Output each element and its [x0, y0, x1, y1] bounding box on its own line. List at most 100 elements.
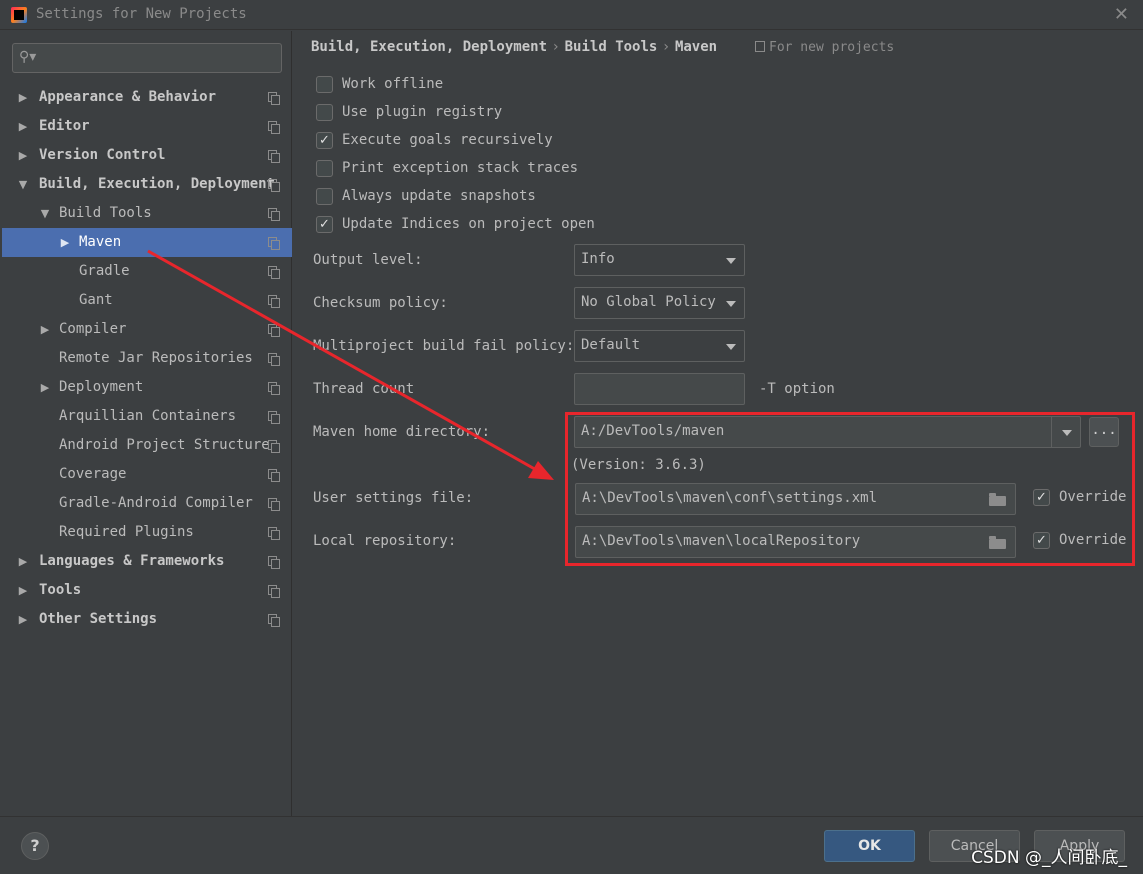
tree-item-gant[interactable]: Gant	[2, 286, 292, 315]
project-scope-icon	[268, 295, 280, 308]
expand-arrow-icon[interactable]: ▶	[58, 228, 72, 257]
expand-arrow-icon[interactable]: ▶	[38, 373, 52, 402]
tree-item-label: Appearance & Behavior	[39, 89, 217, 105]
tree-item-version-control[interactable]: ▶ Version Control	[2, 141, 292, 170]
collapse-arrow-icon[interactable]: ▼	[38, 199, 52, 228]
checkbox-label: Override	[1059, 532, 1127, 548]
settings-search[interactable]: ⚲▾	[12, 43, 282, 73]
combo-divider	[1051, 417, 1052, 447]
project-scope-icon	[268, 353, 280, 366]
scope-indicator: For new projects	[755, 40, 894, 55]
tree-item-gradle[interactable]: Gradle	[2, 257, 292, 286]
tree-item-android-project-structure[interactable]: Android Project Structure	[2, 431, 292, 460]
checkbox-label: Work offline	[342, 76, 444, 92]
plugin-registry-checkbox[interactable]	[316, 104, 333, 121]
user-settings-field[interactable]	[575, 483, 1016, 515]
tree-item-label: Required Plugins	[59, 524, 194, 540]
title-bar: Settings for New Projects ✕	[0, 0, 1143, 30]
tree-item-label: Version Control	[39, 147, 166, 163]
checksum-policy-label: Checksum policy:	[313, 295, 448, 311]
tree-item-label: Other Settings	[39, 611, 158, 627]
breadcrumb-separator: ›	[663, 39, 669, 55]
thread-count-field[interactable]	[574, 373, 745, 405]
project-scope-icon	[268, 469, 280, 482]
update-snapshots-checkbox[interactable]	[316, 188, 333, 205]
tree-item-remote-jar-repositories[interactable]: Remote Jar Repositories	[2, 344, 292, 373]
project-scope-icon	[268, 179, 280, 192]
checkbox-label: Update Indices on project open	[342, 216, 595, 232]
collapse-arrow-icon[interactable]: ▼	[16, 170, 30, 199]
chevron-down-icon	[1062, 430, 1072, 436]
checksum-policy-select[interactable]: No Global Policy	[574, 287, 745, 319]
user-settings-input[interactable]	[582, 490, 978, 506]
local-repository-input[interactable]	[582, 533, 978, 549]
project-scope-icon	[268, 556, 280, 569]
update-indices-checkbox[interactable]: ✓	[316, 216, 333, 233]
expand-arrow-icon[interactable]: ▶	[16, 547, 30, 576]
thread-count-input[interactable]	[581, 380, 734, 396]
tree-item-label: Arquillian Containers	[59, 408, 237, 424]
tree-item-build-execution-deployment[interactable]: ▼ Build, Execution, Deployment	[2, 170, 292, 199]
search-icon: ⚲▾	[19, 49, 37, 65]
output-level-select[interactable]: Info	[574, 244, 745, 276]
tree-item-label: Coverage	[59, 466, 127, 482]
tree-item-arquillian-containers[interactable]: Arquillian Containers	[2, 402, 292, 431]
expand-arrow-icon[interactable]: ▶	[16, 141, 30, 170]
tree-item-label: Android Project Structure	[59, 437, 270, 453]
tree-item-coverage[interactable]: Coverage	[2, 460, 292, 489]
expand-arrow-icon[interactable]: ▶	[16, 83, 30, 112]
tree-item-languages-frameworks[interactable]: ▶ Languages & Frameworks	[2, 547, 292, 576]
tree-item-label: Build Tools	[59, 205, 152, 221]
project-scope-icon	[268, 614, 280, 627]
checkbox-label: Always update snapshots	[342, 188, 536, 204]
expand-arrow-icon[interactable]: ▶	[16, 112, 30, 141]
tree-item-other-settings[interactable]: ▶ Other Settings	[2, 605, 292, 634]
tree-item-maven[interactable]: ▶ Maven	[2, 228, 292, 257]
tree-item-gradle-android-compiler[interactable]: Gradle-Android Compiler	[2, 489, 292, 518]
user-settings-override-checkbox[interactable]: ✓	[1033, 489, 1050, 506]
tree-item-label: Deployment	[59, 379, 144, 395]
tree-item-label: Gradle-Android Compiler	[59, 495, 253, 511]
output-level-label: Output level:	[313, 252, 423, 268]
select-value: No Global Policy	[581, 294, 716, 310]
tree-item-build-tools[interactable]: ▼ Build Tools	[2, 199, 292, 228]
scope-label: For new projects	[769, 40, 895, 55]
local-repository-field[interactable]	[575, 526, 1016, 558]
chevron-down-icon	[726, 258, 736, 264]
dialog-footer: ? OK Cancel Apply CSDN @_人间卧底_	[0, 816, 1143, 874]
multiproject-fail-select[interactable]: Default	[574, 330, 745, 362]
project-scope-icon	[268, 208, 280, 221]
tree-item-editor[interactable]: ▶ Editor	[2, 112, 292, 141]
ok-button[interactable]: OK	[824, 830, 915, 862]
project-scope-icon	[268, 121, 280, 134]
tree-item-tools[interactable]: ▶ Tools	[2, 576, 292, 605]
local-repository-override-checkbox[interactable]: ✓	[1033, 532, 1050, 549]
expand-arrow-icon[interactable]: ▶	[16, 605, 30, 634]
tree-item-label: Remote Jar Repositories	[59, 350, 253, 366]
help-button[interactable]: ?	[21, 832, 49, 860]
local-repository-label: Local repository:	[313, 533, 457, 549]
settings-sidebar: ⚲▾ ▶ Appearance & Behavior ▶ Editor ▶ Ve…	[0, 31, 292, 816]
expand-arrow-icon[interactable]: ▶	[16, 576, 30, 605]
project-scope-icon	[268, 324, 280, 337]
close-icon[interactable]: ✕	[1114, 4, 1129, 25]
tree-item-required-plugins[interactable]: Required Plugins	[2, 518, 292, 547]
chevron-down-icon	[726, 301, 736, 307]
folder-icon[interactable]	[989, 536, 1006, 549]
tree-item-compiler[interactable]: ▶ Compiler	[2, 315, 292, 344]
folder-icon[interactable]	[989, 493, 1006, 506]
work-offline-checkbox[interactable]	[316, 76, 333, 93]
thread-count-suffix: -T option	[759, 381, 835, 397]
recursive-goals-checkbox[interactable]: ✓	[316, 132, 333, 149]
maven-home-select[interactable]: A:/DevTools/maven	[574, 416, 1081, 448]
browse-maven-home-button[interactable]: ...	[1089, 417, 1119, 447]
tree-item-label: Editor	[39, 118, 90, 134]
tree-item-appearance-behavior[interactable]: ▶ Appearance & Behavior	[2, 83, 292, 112]
search-input[interactable]	[43, 48, 273, 68]
checkbox-label: Execute goals recursively	[342, 132, 553, 148]
tree-item-deployment[interactable]: ▶ Deployment	[2, 373, 292, 402]
project-scope-icon	[268, 382, 280, 395]
expand-arrow-icon[interactable]: ▶	[38, 315, 52, 344]
stack-traces-checkbox[interactable]	[316, 160, 333, 177]
tree-item-label: Tools	[39, 582, 82, 598]
